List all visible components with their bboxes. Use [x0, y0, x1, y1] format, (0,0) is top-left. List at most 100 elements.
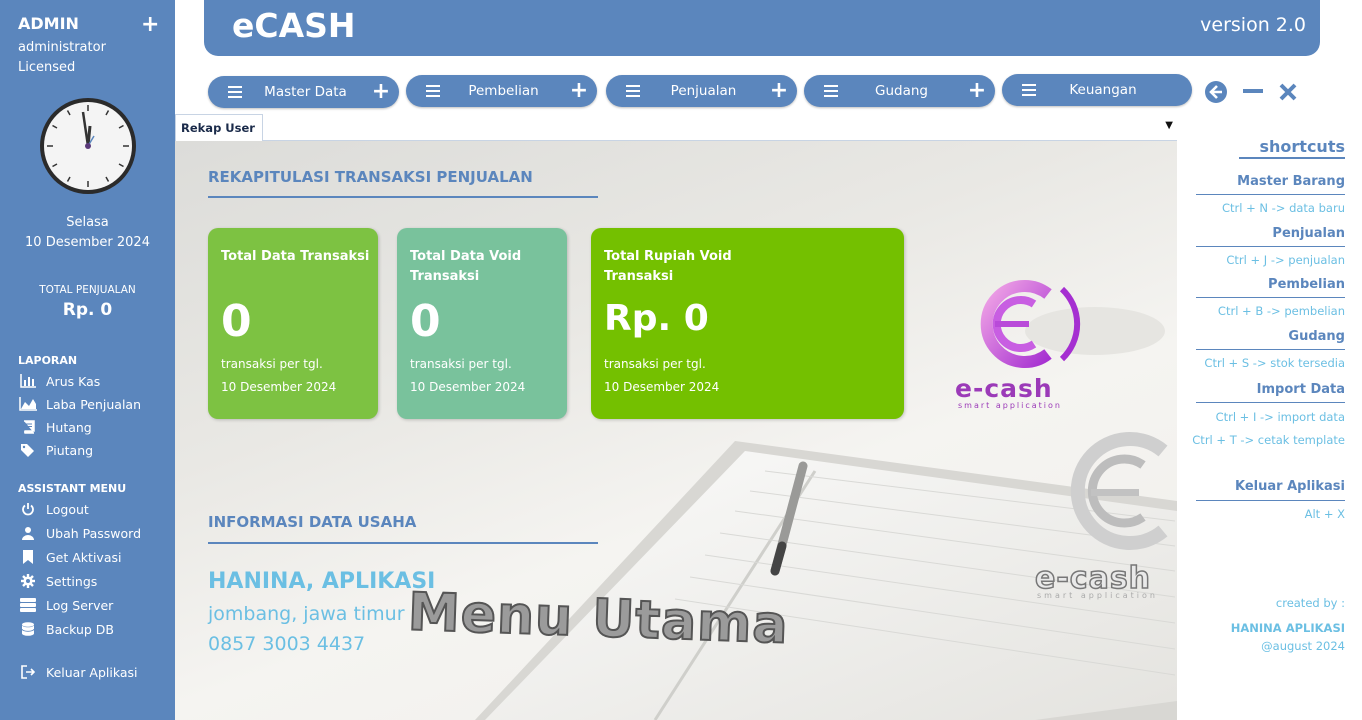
tags-icon — [18, 442, 38, 458]
shortcut-item[interactable]: Ctrl + N -> data baru — [1222, 201, 1345, 215]
tab-dropdown-icon[interactable]: ▼ — [1165, 120, 1173, 131]
ecash-logo: e-cash smart application — [950, 269, 1085, 410]
menu-master-data[interactable]: Master Data + — [208, 76, 399, 108]
sidebar-item-label: Keluar Aplikasi — [46, 664, 138, 680]
card-subtitle: transaksi per tgl. — [410, 357, 512, 371]
sidebar-item-keluar-aplikasi[interactable]: Keluar Aplikasi — [18, 663, 138, 681]
shortcut-item[interactable]: Ctrl + J -> penjualan — [1226, 253, 1345, 267]
back-arrow-icon[interactable] — [1204, 80, 1228, 104]
menu-label: Master Data — [264, 84, 347, 100]
server-icon — [18, 597, 38, 613]
shortcut-divider — [1196, 402, 1345, 403]
database-icon — [18, 621, 38, 637]
license-status: Licensed — [18, 60, 76, 75]
card-date: 10 Desember 2024 — [604, 380, 720, 394]
hamburger-icon — [626, 85, 640, 97]
hamburger-icon — [824, 85, 838, 97]
menu-penjualan[interactable]: Penjualan + — [606, 75, 797, 107]
analog-clock-icon — [40, 98, 136, 194]
power-icon — [18, 501, 38, 517]
app-version: version 2.0 — [1200, 14, 1306, 36]
plus-icon[interactable]: + — [369, 81, 393, 103]
plus-icon[interactable]: + — [965, 80, 989, 102]
sidebar-item-label: Get Aktivasi — [46, 549, 122, 565]
created-date: @august 2024 — [1261, 639, 1345, 653]
sidebar-item-backup-db[interactable]: Backup DB — [18, 620, 114, 638]
logo-tagline-silver: smart application — [1037, 591, 1158, 600]
sidebar-item-label: Hutang — [46, 419, 92, 435]
close-icon[interactable] — [1279, 83, 1297, 101]
current-date: 10 Desember 2024 — [25, 235, 150, 250]
dashboard-main: REKAPITULASI TRANSAKSI PENJUALAN Total D… — [175, 141, 1177, 720]
sidebar-item-get-aktivasi[interactable]: Get Aktivasi — [18, 548, 121, 566]
shortcut-divider — [1196, 349, 1345, 350]
author-name: HANINA APLIKASI — [1230, 621, 1345, 635]
shortcut-item[interactable]: Ctrl + T -> cetak template — [1192, 433, 1345, 447]
card-date: 10 Desember 2024 — [410, 380, 526, 394]
shortcut-divider — [1196, 246, 1345, 247]
shortcut-item[interactable]: Alt + X — [1305, 507, 1345, 521]
shortcut-divider — [1196, 297, 1345, 298]
sidebar-item-hutang[interactable]: Hutang — [18, 418, 92, 436]
sidebar-item-piutang[interactable]: Piutang — [18, 441, 93, 459]
current-day: Selasa — [66, 215, 109, 230]
hamburger-icon — [1022, 84, 1036, 96]
shortcuts-title: shortcuts — [1259, 137, 1346, 156]
sidebar-item-label: Backup DB — [46, 621, 114, 637]
shortcut-item[interactable]: Ctrl + I -> import data — [1216, 410, 1345, 424]
info-section-title: INFORMASI DATA USAHA — [208, 513, 417, 531]
business-phone: 0857 3003 4437 — [208, 633, 366, 655]
sidebar-item-arus-kas[interactable]: Arus Kas — [18, 372, 100, 390]
menu-keuangan[interactable]: Keuangan — [1002, 74, 1192, 106]
card-total-rupiah-void: Total Rupiah Void Transaksi Rp. 0 transa… — [591, 228, 904, 419]
card-value: Rp. 0 — [604, 298, 709, 339]
plus-icon[interactable]: + — [567, 80, 591, 102]
created-by-label: created by : — [1275, 596, 1345, 610]
user-name: ADMIN — [18, 14, 79, 33]
card-title: Total Data Void Transaksi — [410, 249, 522, 284]
sidebar-item-label: Settings — [46, 573, 98, 589]
card-total-void: Total Data Void Transaksi 0 transaksi pe… — [397, 228, 567, 419]
sidebar-item-label: Log Server — [46, 597, 114, 613]
area-chart-icon — [18, 396, 38, 412]
sidebar-item-ubah-password[interactable]: Ubah Password — [18, 524, 141, 542]
minimize-icon[interactable] — [1243, 89, 1263, 95]
assistant-menu-heading: ASSISTANT MENU — [18, 482, 127, 495]
total-sales-value: Rp. 0 — [62, 300, 113, 320]
menu-label: Keuangan — [1069, 82, 1137, 98]
book-icon — [18, 419, 38, 435]
card-date: 10 Desember 2024 — [221, 380, 337, 394]
card-subtitle: transaksi per tgl. — [221, 357, 323, 371]
tab-strip: Rekap User ▼ — [175, 112, 1177, 141]
sidebar-item-label: Piutang — [46, 442, 94, 458]
menu-pembelian[interactable]: Pembelian + — [406, 75, 597, 107]
plus-icon[interactable]: + — [767, 80, 791, 102]
ecash-silver-logo-icon — [1070, 432, 1168, 550]
sidebar-item-logout[interactable]: Logout — [18, 500, 89, 518]
menu-label: Pembelian — [468, 83, 539, 99]
shortcut-group-gudang: Gudang — [1288, 329, 1345, 344]
app-title: eCASH — [232, 6, 356, 45]
menu-label: Penjualan — [670, 83, 737, 99]
sidebar-expand-icon[interactable]: + — [141, 12, 159, 37]
business-address: jombang, jawa timur — [208, 603, 405, 625]
logo-tagline: smart application — [958, 401, 1062, 410]
shortcuts-panel: shortcuts Master Barang Ctrl + N -> data… — [1177, 112, 1362, 720]
card-title: Total Rupiah Void Transaksi — [604, 249, 732, 284]
menu-gudang[interactable]: Gudang + — [804, 75, 995, 107]
ecash-logo-icon — [980, 280, 1081, 368]
sidebar-item-laba-penjualan[interactable]: Laba Penjualan — [18, 395, 141, 413]
gear-icon — [18, 573, 38, 589]
sign-out-icon — [18, 664, 38, 680]
business-name: HANINA, APLIKASI — [208, 569, 436, 594]
hamburger-icon — [228, 86, 242, 98]
sidebar-item-log-server[interactable]: Log Server — [18, 596, 113, 614]
sidebar-item-settings[interactable]: Settings — [18, 572, 97, 590]
shortcut-item[interactable]: Ctrl + S -> stok tersedia — [1204, 356, 1345, 370]
sidebar-item-label: Logout — [46, 501, 89, 517]
tab-rekap-user[interactable]: Rekap User — [175, 114, 263, 141]
card-total-transaksi: Total Data Transaksi 0 transaksi per tgl… — [208, 228, 378, 419]
shortcut-item[interactable]: Ctrl + B -> pembelian — [1218, 304, 1345, 318]
shortcut-divider — [1196, 194, 1345, 195]
total-sales-label: TOTAL PENJUALAN — [39, 284, 136, 296]
